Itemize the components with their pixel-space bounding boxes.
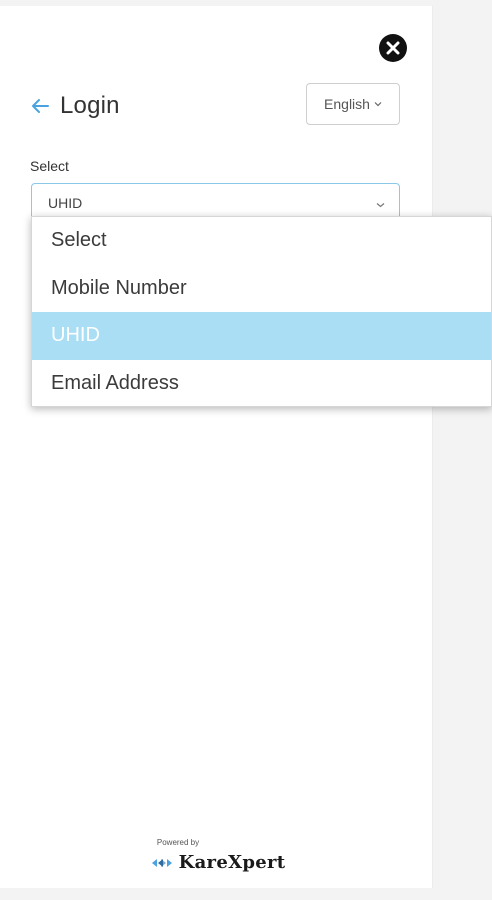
option-mobile-number[interactable]: Mobile Number <box>32 265 491 313</box>
close-button[interactable] <box>379 34 407 62</box>
close-icon <box>386 41 400 55</box>
login-type-dropdown: Select Mobile Number UHID Email Address <box>31 216 492 407</box>
brand-logo: KareXpert <box>151 852 286 873</box>
option-uhid[interactable]: UHID <box>32 312 491 360</box>
powered-by-text: Powered by <box>156 838 200 847</box>
footer: Powered by KareXpert <box>0 838 432 874</box>
brand-name: KareXpert <box>178 852 286 873</box>
login-panel: Login English Select UHID Powered by Kar… <box>0 6 433 888</box>
chevron-down-icon <box>374 101 382 107</box>
option-email-address[interactable]: Email Address <box>32 360 491 408</box>
back-button[interactable] <box>28 94 52 118</box>
karexpert-logo-icon <box>151 857 173 869</box>
chevron-down-icon <box>376 195 385 211</box>
login-type-value: UHID <box>48 194 83 211</box>
select-label: Select <box>30 158 69 174</box>
page-title: Login <box>60 92 120 119</box>
back-arrow-icon <box>32 99 49 113</box>
language-select[interactable]: English <box>306 83 400 125</box>
language-value: English <box>324 96 370 112</box>
option-select[interactable]: Select <box>32 217 491 265</box>
